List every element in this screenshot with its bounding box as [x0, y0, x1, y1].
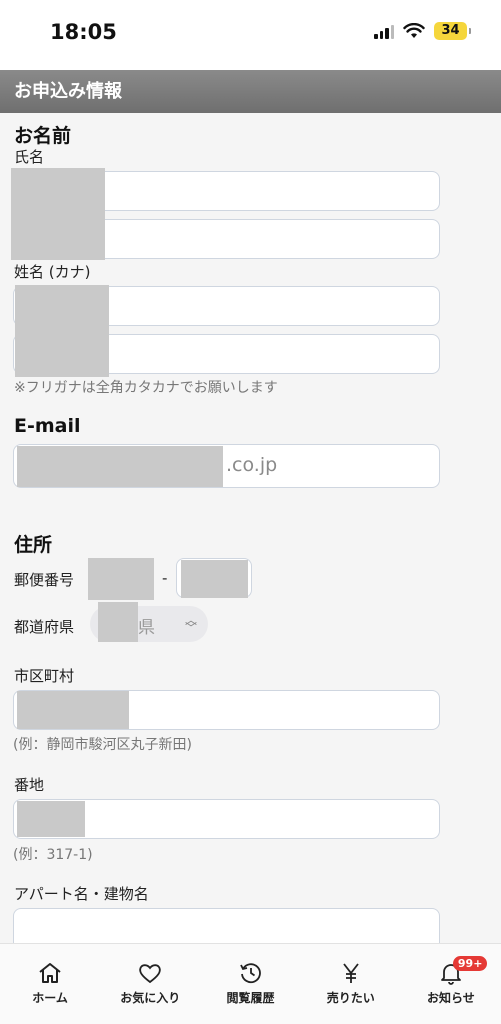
notification-badge: 99+: [452, 956, 488, 971]
heart-icon: [139, 964, 162, 984]
city-label: 市区町村: [14, 667, 75, 685]
tab-sell[interactable]: 売りたい: [301, 944, 401, 1024]
status-bar: 18:05 34: [0, 0, 501, 70]
address-heading: 住所: [14, 534, 53, 556]
status-icons: 34: [374, 22, 471, 40]
redacted-street: [17, 801, 85, 837]
select-chevron-icon: ︿ ﹀: [185, 613, 198, 635]
tab-notifications[interactable]: 99+ お知らせ: [401, 944, 501, 1024]
home-icon: [39, 963, 61, 983]
redacted-prefecture: [98, 602, 138, 642]
wifi-icon: [403, 23, 425, 38]
tab-label: 売りたい: [326, 991, 375, 1005]
redacted-kana: [15, 285, 109, 377]
bottom-tab-bar: ホーム お気に入り 閲覧履歴 売りたい 99+ お知らせ: [0, 943, 501, 1024]
kana-name-label: 姓名 (カナ): [14, 263, 91, 281]
redacted-name: [11, 168, 105, 260]
yen-icon: [342, 963, 359, 983]
form-content: お名前 氏名 姓名 (カナ) ※フリガナは全角カタカナでお願いします E-mai…: [0, 113, 501, 958]
building-label: アパート名・建物名: [14, 885, 149, 903]
section-header: お申込み情報: [0, 70, 501, 113]
email-domain-suffix: .co.jp: [226, 454, 278, 476]
street-hint: (例：317-1): [13, 847, 93, 863]
postal-code-first-input[interactable]: [88, 558, 154, 600]
tab-label: ホーム: [32, 991, 68, 1005]
battery-indicator: 34: [434, 22, 471, 40]
signal-icon: [374, 23, 394, 39]
tab-label: お気に入り: [120, 991, 181, 1005]
tab-history[interactable]: 閲覧履歴: [200, 944, 300, 1024]
prefecture-value: 県: [138, 618, 155, 638]
tab-label: お知らせ: [427, 991, 475, 1005]
redacted-city: [17, 691, 129, 729]
street-label: 番地: [14, 776, 45, 794]
kana-hint: ※フリガナは全角カタカナでお願いします: [14, 380, 278, 396]
postal-separator: -: [162, 569, 168, 587]
tab-home[interactable]: ホーム: [0, 944, 100, 1024]
postal-code-label: 郵便番号: [14, 571, 75, 589]
redacted-postal-second: [181, 560, 248, 598]
name-heading: お名前: [14, 125, 72, 147]
history-icon: [239, 963, 261, 984]
tab-label: 閲覧履歴: [226, 991, 275, 1005]
status-time: 18:05: [50, 20, 117, 44]
kanji-name-label: 氏名: [14, 148, 45, 166]
email-heading: E-mail: [14, 415, 81, 437]
city-hint: (例：静岡市駿河区丸子新田): [13, 737, 192, 753]
redacted-email: [17, 446, 223, 487]
tab-favorites[interactable]: お気に入り: [100, 944, 200, 1024]
prefecture-label: 都道府県: [14, 618, 75, 636]
